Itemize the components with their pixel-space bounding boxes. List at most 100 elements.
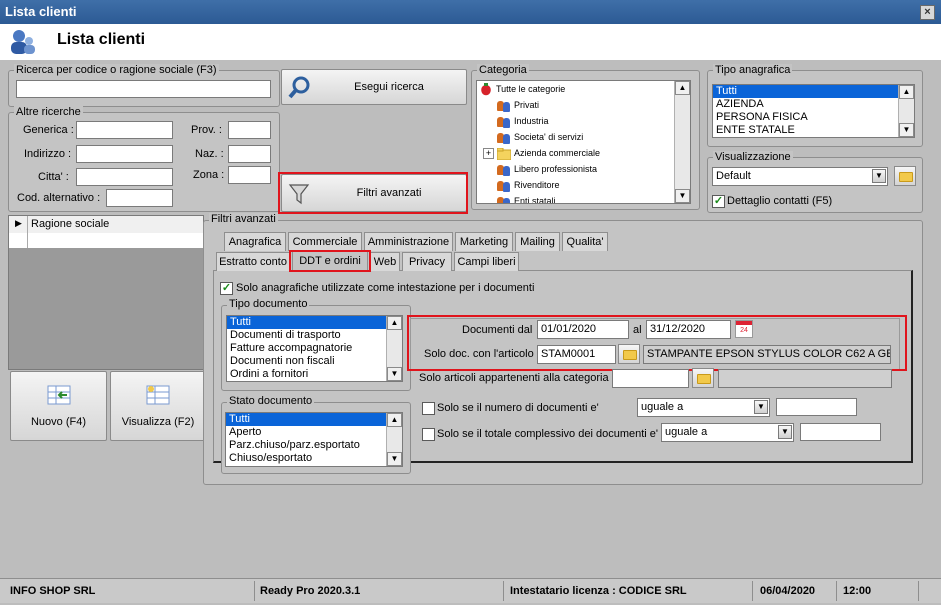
doc-state-item[interactable]: Parz.chiuso/parz.esportato xyxy=(226,439,402,452)
chevron-down-icon[interactable]: ▼ xyxy=(872,169,886,183)
type-item[interactable]: ENTE STATALE xyxy=(713,124,914,137)
naz-input[interactable] xyxy=(228,145,271,163)
doc-state-item[interactable]: Aperto xyxy=(226,426,402,439)
scroll-down-icon[interactable]: ▼ xyxy=(675,189,690,203)
category-tree[interactable]: Tutte le categorie Privati Industria Soc… xyxy=(476,80,691,204)
zona-input[interactable] xyxy=(228,166,271,184)
doc-type-item[interactable]: Fatture accompagnatorie xyxy=(227,342,402,355)
article-category-input[interactable] xyxy=(612,369,689,388)
category-folder-button[interactable] xyxy=(692,368,714,388)
new-button[interactable]: Nuovo (F4) xyxy=(10,371,107,441)
status-bar: INFO SHOP SRL Ready Pro 2020.3.1 Intesta… xyxy=(0,578,941,603)
type-scrollbar[interactable]: ▲ ▼ xyxy=(898,85,914,137)
row-marker-icon: ▶ xyxy=(15,218,22,228)
type-item[interactable]: AZIENDA xyxy=(713,98,914,111)
tree-item-servizi[interactable]: Societa' di servizi xyxy=(497,129,583,145)
solo-anagrafiche-checkbox[interactable]: ✓ xyxy=(220,282,233,295)
doc-type-item[interactable]: Documenti di trasporto xyxy=(227,329,402,342)
status-licensee: Intestatario licenza : CODICE SRL xyxy=(510,585,687,597)
chevron-down-icon[interactable]: ▼ xyxy=(778,425,792,439)
type-item[interactable]: PERSONA FISICA xyxy=(713,111,914,124)
execute-search-button[interactable]: Esegui ricerca xyxy=(281,69,467,105)
status-date: 06/04/2020 xyxy=(760,585,816,597)
people-icon xyxy=(497,100,511,112)
scroll-down-icon[interactable]: ▼ xyxy=(387,452,402,466)
tab-amministrazione[interactable]: Amministrazione xyxy=(364,232,453,251)
tab-anagrafica[interactable]: Anagrafica xyxy=(224,232,286,251)
results-grid[interactable]: ▶ Ragione sociale xyxy=(8,215,204,370)
tab-web[interactable]: Web xyxy=(370,252,400,271)
status-company: INFO SHOP SRL xyxy=(10,585,96,597)
doc-type-item[interactable]: Tutti xyxy=(227,316,402,329)
doc-type-scrollbar[interactable]: ▲ ▼ xyxy=(386,316,402,381)
generica-input[interactable] xyxy=(76,121,173,139)
scroll-up-icon[interactable]: ▲ xyxy=(675,81,690,95)
indirizzo-input[interactable] xyxy=(76,145,173,163)
num-doc-checkbox[interactable] xyxy=(422,402,435,415)
tab-privacy[interactable]: Privacy xyxy=(402,252,452,271)
doc-type-label: Tipo documento xyxy=(227,298,310,310)
tree-item-enti[interactable]: Enti statali xyxy=(497,193,556,203)
highlight-ddt-tab xyxy=(289,250,371,272)
tab-marketing[interactable]: Marketing xyxy=(455,232,513,251)
search-input[interactable] xyxy=(16,80,271,98)
doc-state-listbox[interactable]: Tutti Aperto Parz.chiuso/parz.esportato … xyxy=(225,412,403,467)
categoria-articoli-label: Solo articoli appartenenti alla categori… xyxy=(419,372,609,384)
column-header-ragione-sociale[interactable]: Ragione sociale xyxy=(31,218,109,230)
doc-state-item[interactable]: Tutti xyxy=(226,413,402,426)
tree-item-root[interactable]: Tutte le categorie xyxy=(479,81,565,97)
people-icon xyxy=(497,132,511,144)
page-title: Lista clienti xyxy=(57,31,146,48)
view-record-icon xyxy=(146,385,170,405)
other-search-label: Altre ricerche xyxy=(14,106,83,118)
view-button-label: Visualizza (F2) xyxy=(121,416,195,428)
zona-label: Zona : xyxy=(193,169,225,181)
doc-type-item[interactable]: Documenti non fiscali xyxy=(227,355,402,368)
tree-item-industria[interactable]: Industria xyxy=(497,113,549,129)
doc-type-item[interactable]: Ordini a fornitori xyxy=(227,368,402,381)
tab-estratto-conto[interactable]: Estratto conto xyxy=(216,252,290,271)
tree-expander-icon[interactable]: + xyxy=(483,148,494,159)
folder-open-button[interactable] xyxy=(894,166,916,186)
chevron-down-icon[interactable]: ▼ xyxy=(754,400,768,414)
scroll-up-icon[interactable]: ▲ xyxy=(899,85,914,99)
num-doc-operator[interactable]: uguale a ▼ xyxy=(637,398,770,417)
highlight-advanced-filters xyxy=(278,172,468,214)
tab-campi-liberi[interactable]: Campi liberi xyxy=(454,252,519,271)
doc-state-scrollbar[interactable]: ▲ ▼ xyxy=(386,413,402,466)
close-icon[interactable]: × xyxy=(920,5,935,20)
highlight-date-article xyxy=(407,315,907,371)
totale-label: Solo se il totale complessivo dei docume… xyxy=(437,428,658,440)
scroll-up-icon[interactable]: ▲ xyxy=(387,316,402,330)
cod-alt-input[interactable] xyxy=(106,189,173,207)
tab-mailing[interactable]: Mailing xyxy=(515,232,560,251)
prov-input[interactable] xyxy=(228,121,271,139)
totale-checkbox[interactable] xyxy=(422,428,435,441)
doc-state-item[interactable]: Chiuso/esportato xyxy=(226,452,402,465)
scroll-up-icon[interactable]: ▲ xyxy=(387,413,402,427)
totale-value[interactable] xyxy=(800,423,881,441)
cod-alt-label: Cod. alternativo : xyxy=(17,192,101,204)
view-button[interactable]: Visualizza (F2) xyxy=(110,371,206,441)
totale-operator[interactable]: uguale a ▼ xyxy=(661,423,794,442)
type-item[interactable]: Tutti xyxy=(713,85,914,98)
status-time: 12:00 xyxy=(843,585,872,597)
tree-item-libero[interactable]: Libero professionista xyxy=(497,161,597,177)
tree-item-rivenditore[interactable]: Rivenditore xyxy=(497,177,560,193)
tree-item-privati[interactable]: Privati xyxy=(497,97,539,113)
type-listbox[interactable]: Tutti AZIENDA PERSONA FISICA ENTE STATAL… xyxy=(712,84,915,138)
tree-item-commerciale[interactable]: Azienda commerciale xyxy=(496,145,600,161)
tab-qualita[interactable]: Qualita' xyxy=(562,232,608,251)
num-doc-value[interactable] xyxy=(776,398,857,416)
window-title: Lista clienti xyxy=(5,4,77,19)
scroll-down-icon[interactable]: ▼ xyxy=(899,123,914,137)
doc-type-listbox[interactable]: Tutti Documenti di trasporto Fatture acc… xyxy=(226,315,403,382)
solo-anagrafiche-label: Solo anagrafiche utilizzate come intesta… xyxy=(236,282,535,294)
dettaglio-checkbox[interactable]: ✓ xyxy=(712,195,725,208)
view-select[interactable]: Default ▼ xyxy=(712,167,888,186)
category-scrollbar[interactable]: ▲ ▼ xyxy=(674,81,690,203)
grid-row[interactable] xyxy=(9,233,203,248)
scroll-down-icon[interactable]: ▼ xyxy=(387,367,402,381)
citta-input[interactable] xyxy=(76,168,173,186)
tab-commerciale[interactable]: Commerciale xyxy=(288,232,362,251)
